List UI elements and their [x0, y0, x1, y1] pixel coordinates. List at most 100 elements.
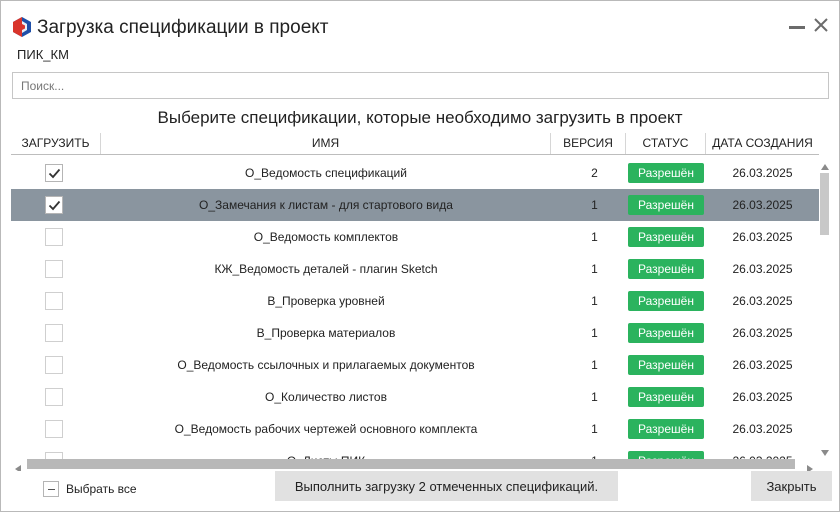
status-badge: Разрешён: [628, 195, 704, 215]
table-row[interactable]: В_Проверка уровней 1 Разрешён 26.03.2025: [11, 285, 819, 317]
row-date: 26.03.2025: [732, 422, 793, 436]
row-name: В_Проверка уровней: [267, 294, 385, 308]
table-row[interactable]: О_Ведомость рабочих чертежей основного к…: [11, 413, 819, 445]
status-cell: Разрешён: [626, 221, 706, 253]
vertical-scrollbar[interactable]: [818, 156, 832, 456]
column-header-created[interactable]: ДАТА СОЗДАНИЯ: [706, 133, 819, 154]
table-row[interactable]: О_Ведомость спецификаций 2 Разрешён 26.03.2…: [11, 157, 819, 189]
scroll-left-icon[interactable]: [14, 460, 22, 473]
status-badge: Разрешён: [628, 227, 704, 247]
row-date: 26.03.2025: [732, 390, 793, 404]
horizontal-scroll-thumb[interactable]: [27, 459, 795, 469]
row-date: 26.03.2025: [732, 294, 793, 308]
load-cell: [11, 221, 101, 253]
row-name: О_Ведомость рабочих чертежей основного к…: [174, 422, 478, 436]
checkmark-icon: [48, 200, 61, 211]
row-name: КЖ_Ведомость деталей - плагин Sketch: [214, 262, 438, 276]
row-checkbox[interactable]: [45, 228, 63, 246]
load-cell: [11, 253, 101, 285]
row-date: 26.03.2025: [732, 198, 793, 212]
row-date: 26.03.2025: [732, 166, 793, 180]
row-version: 1: [591, 294, 598, 308]
row-checkbox[interactable]: [45, 260, 63, 278]
column-header-version[interactable]: ВЕРСИЯ: [551, 133, 626, 154]
load-cell: [11, 349, 101, 381]
row-name: О_Ведомость комплектов: [253, 230, 399, 244]
table-row[interactable]: В_Проверка материалов 1 Разрешён 26.03.2025: [11, 317, 819, 349]
status-badge: Разрешён: [628, 355, 704, 375]
scroll-right-icon[interactable]: [806, 460, 814, 473]
row-checkbox[interactable]: [45, 356, 63, 374]
row-name: О_Количество листов: [265, 390, 387, 404]
row-date: 26.03.2025: [732, 230, 793, 244]
title-bar: Загрузка спецификации в проект: [1, 1, 839, 41]
close-icon: [814, 18, 828, 32]
row-checkbox[interactable]: [45, 292, 63, 310]
indeterminate-icon: [48, 489, 55, 490]
table-row[interactable]: О_Замечания к листам - для стартового ви…: [11, 189, 819, 221]
row-version: 1: [591, 358, 598, 372]
status-cell: Разрешён: [626, 285, 706, 317]
load-cell: [11, 285, 101, 317]
status-cell: Разрешён: [626, 253, 706, 285]
checkmark-icon: [48, 168, 61, 179]
row-checkbox[interactable]: [45, 164, 63, 182]
status-badge: Разрешён: [628, 419, 704, 439]
scroll-down-icon[interactable]: [820, 444, 830, 456]
status-cell: Разрешён: [626, 381, 706, 413]
select-all-box[interactable]: [43, 481, 59, 497]
table-row[interactable]: О_Количество листов 1 Разрешён 26.03.2025: [11, 381, 819, 413]
status-cell: Разрешён: [626, 413, 706, 445]
row-date: 26.03.2025: [732, 358, 793, 372]
table-row[interactable]: КЖ_Ведомость деталей - плагин Sketch 1 Раз…: [11, 253, 819, 285]
row-version: 1: [591, 262, 598, 276]
row-version: 1: [591, 326, 598, 340]
status-cell: Разрешён: [626, 349, 706, 381]
row-version: 1: [591, 422, 598, 436]
load-cell: [11, 189, 101, 221]
row-checkbox[interactable]: [45, 420, 63, 438]
dialog-window: Загрузка спецификации в проект ПИК_КМ Вы…: [0, 0, 840, 512]
scroll-up-icon[interactable]: [820, 158, 830, 170]
row-version: 1: [591, 198, 598, 212]
window-title: Загрузка спецификации в проект: [37, 17, 329, 38]
column-header-name[interactable]: ИМЯ: [101, 133, 551, 154]
table-row[interactable]: О_Ведомость ссылочных и прилагаемых доку…: [11, 349, 819, 381]
row-version: 1: [591, 230, 598, 244]
table-header: ЗАГРУЗИТЬ ИМЯ ВЕРСИЯ СТАТУС ДАТА СОЗДАНИ…: [11, 133, 819, 155]
row-checkbox[interactable]: [45, 196, 63, 214]
minimize-button[interactable]: [787, 15, 807, 35]
footer-bar: Выбрать все Выполнить загрузку 2 отмечен…: [1, 471, 839, 511]
app-logo-icon: [12, 16, 32, 38]
status-cell: Разрешён: [626, 189, 706, 221]
row-name: О_Ведомость спецификаций: [245, 166, 407, 180]
row-date: 26.03.2025: [732, 262, 793, 276]
status-cell: Разрешён: [626, 157, 706, 189]
search-input[interactable]: [12, 72, 829, 99]
row-name: О_Ведомость ссылочных и прилагаемых доку…: [177, 358, 475, 372]
project-name: ПИК_КМ: [17, 47, 69, 62]
row-checkbox[interactable]: [45, 388, 63, 406]
close-button[interactable]: Закрыть: [751, 471, 832, 501]
select-all-label: Выбрать все: [66, 482, 137, 496]
close-window-button[interactable]: [811, 15, 831, 35]
load-cell: [11, 317, 101, 349]
specifications-table: ЗАГРУЗИТЬ ИМЯ ВЕРСИЯ СТАТУС ДАТА СОЗДАНИ…: [11, 133, 819, 461]
status-badge: Разрешён: [628, 291, 704, 311]
row-date: 26.03.2025: [732, 326, 793, 340]
load-cell: [11, 157, 101, 189]
table-row[interactable]: О_Ведомость комплектов 1 Разрешён 26.03.202…: [11, 221, 819, 253]
load-specifications-button[interactable]: Выполнить загрузку 2 отмеченных специфик…: [275, 471, 618, 501]
minimize-icon: [789, 26, 805, 29]
column-header-load[interactable]: ЗАГРУЗИТЬ: [11, 133, 101, 154]
status-cell: Разрешён: [626, 317, 706, 349]
status-badge: Разрешён: [628, 387, 704, 407]
row-checkbox[interactable]: [45, 324, 63, 342]
row-name: О_Замечания к листам - для стартового ви…: [199, 198, 453, 212]
status-badge: Разрешён: [628, 259, 704, 279]
row-version: 2: [591, 166, 598, 180]
horizontal-scrollbar[interactable]: [11, 457, 819, 473]
column-header-status[interactable]: СТАТУС: [626, 133, 706, 154]
load-cell: [11, 381, 101, 413]
vertical-scroll-thumb[interactable]: [820, 173, 829, 235]
